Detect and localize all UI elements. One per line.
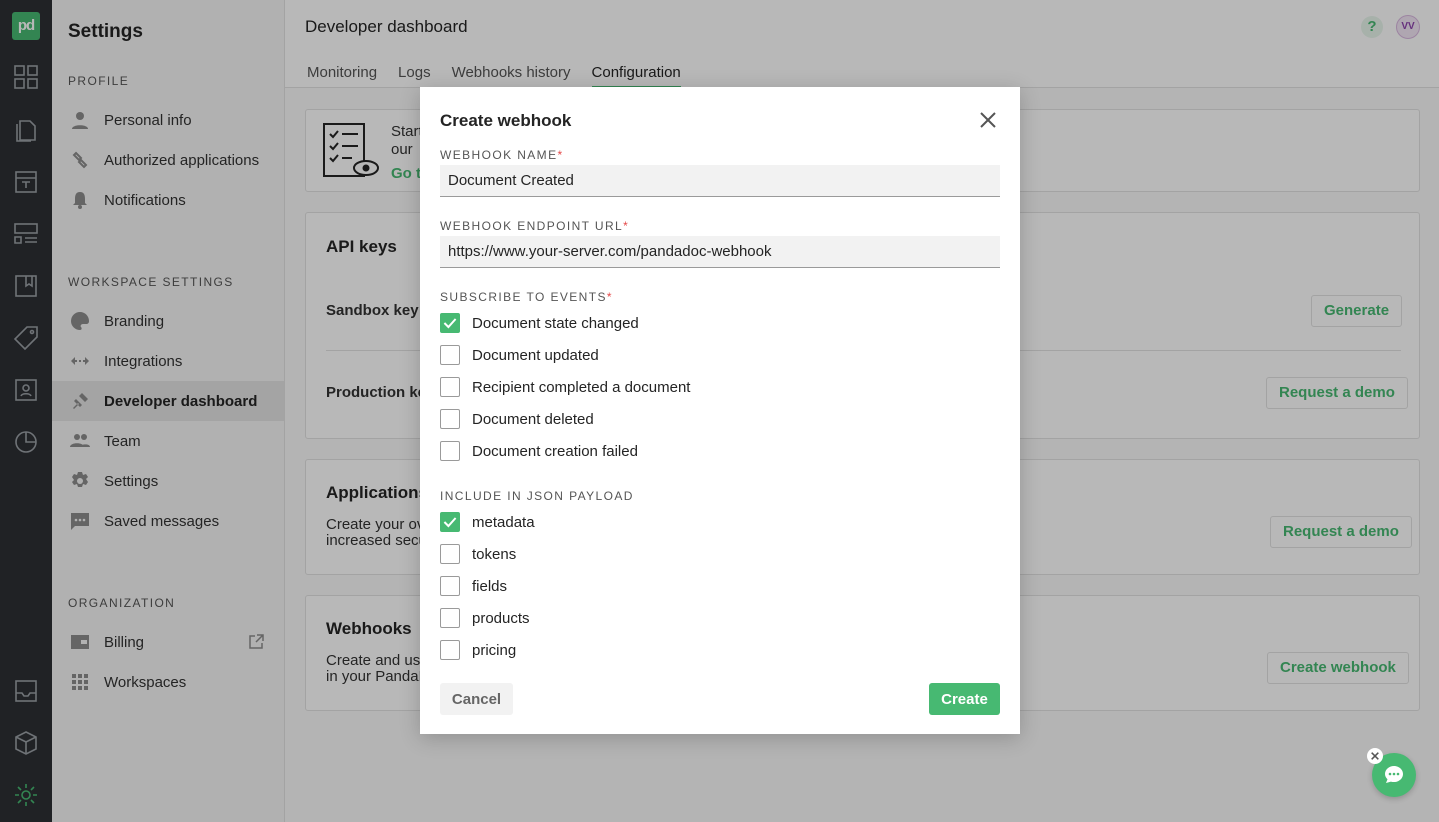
- checkbox-checked[interactable]: [440, 313, 460, 333]
- event-checkbox-document-updated[interactable]: Document updated: [440, 345, 599, 365]
- cancel-button[interactable]: Cancel: [440, 683, 513, 715]
- payload-checkbox-products[interactable]: products: [440, 608, 530, 628]
- checkbox-unchecked[interactable]: [440, 377, 460, 397]
- event-checkbox-recipient-completed[interactable]: Recipient completed a document: [440, 377, 690, 397]
- checkbox-unchecked[interactable]: [440, 409, 460, 429]
- checkbox-label: Recipient completed a document: [472, 378, 691, 396]
- checkbox-unchecked[interactable]: [440, 345, 460, 365]
- required-mark: *: [623, 219, 630, 233]
- modal-title: Create webhook: [440, 111, 572, 130]
- webhook-url-input[interactable]: [440, 236, 1000, 268]
- checkbox-unchecked[interactable]: [440, 608, 460, 628]
- webhook-url-label: WEBHOOK ENDPOINT URL*: [440, 219, 629, 233]
- checkbox-label: Document state changed: [472, 314, 639, 332]
- checkbox-label: Document updated: [472, 346, 599, 364]
- create-button[interactable]: Create: [929, 683, 1000, 715]
- webhook-name-label-text: WEBHOOK NAME: [440, 148, 558, 162]
- payload-checkbox-fields[interactable]: fields: [440, 576, 507, 596]
- chat-bubble-icon: [1385, 766, 1403, 783]
- event-checkbox-document-deleted[interactable]: Document deleted: [440, 409, 594, 429]
- required-mark: *: [606, 290, 613, 304]
- subscribe-events-label: SUBSCRIBE TO EVENTS*: [440, 290, 613, 304]
- checkbox-label: Document deleted: [472, 410, 594, 428]
- payload-checkbox-tokens[interactable]: tokens: [440, 544, 516, 564]
- checkbox-label: tokens: [472, 545, 517, 563]
- webhook-name-label: WEBHOOK NAME*: [440, 148, 564, 162]
- required-mark: *: [557, 148, 564, 162]
- create-webhook-modal: Create webhook WEBHOOK NAME* WEBHOOK END…: [420, 87, 1020, 734]
- webhook-url-label-text: WEBHOOK ENDPOINT URL: [440, 219, 624, 233]
- chat-close-icon[interactable]: [1367, 748, 1383, 764]
- checkbox-checked[interactable]: [440, 512, 460, 532]
- subscribe-events-label-text: SUBSCRIBE TO EVENTS: [440, 290, 607, 304]
- checkbox-label: pricing: [472, 641, 517, 659]
- checkbox-label: metadata: [472, 513, 535, 531]
- checkbox-unchecked[interactable]: [440, 640, 460, 660]
- checkbox-label: products: [472, 609, 530, 627]
- payload-checkbox-pricing[interactable]: pricing: [440, 640, 516, 660]
- event-checkbox-document-creation-failed[interactable]: Document creation failed: [440, 441, 638, 461]
- checkbox-label: Document creation failed: [472, 442, 638, 460]
- checkbox-unchecked[interactable]: [440, 576, 460, 596]
- checkbox-unchecked[interactable]: [440, 441, 460, 461]
- payload-checkbox-metadata[interactable]: metadata: [440, 512, 535, 532]
- close-icon[interactable]: [976, 108, 1000, 132]
- checkbox-label: fields: [472, 577, 508, 595]
- event-checkbox-document-state-changed[interactable]: Document state changed: [440, 313, 639, 333]
- json-payload-label: INCLUDE IN JSON PAYLOAD: [440, 489, 634, 503]
- checkbox-unchecked[interactable]: [440, 544, 460, 564]
- webhook-name-input[interactable]: [440, 165, 1000, 197]
